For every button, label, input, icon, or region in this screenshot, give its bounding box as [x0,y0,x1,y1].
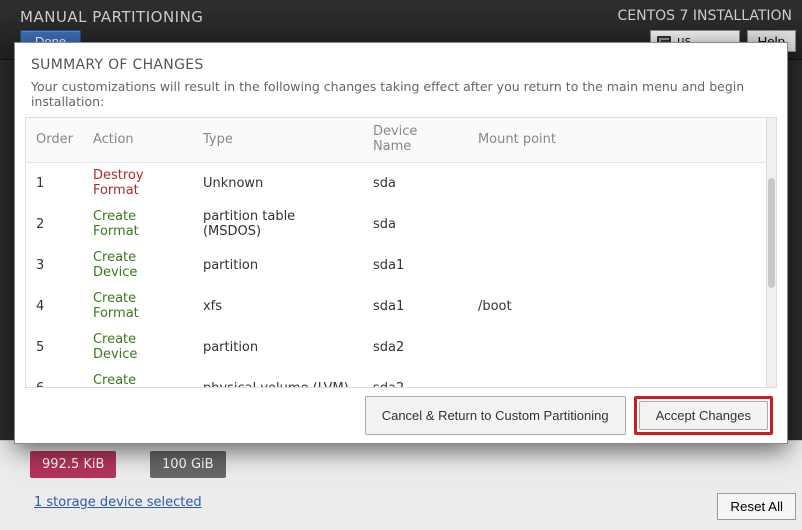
cell-mount [468,368,766,388]
changes-table-wrap: Order Action Type Device Name Mount poin… [25,117,777,388]
cell-device: sda [363,163,468,204]
dialog-button-row: Cancel & Return to Custom Partitioning A… [25,388,777,437]
cell-mount [468,163,766,204]
installer-title: CENTOS 7 INSTALLATION [618,8,792,24]
cell-action: Create Device [83,327,193,368]
vertical-scrollbar[interactable] [766,118,776,387]
storage-devices-link[interactable]: 1 storage device selected [34,495,202,510]
dialog-title: SUMMARY OF CHANGES [31,57,771,73]
col-type[interactable]: Type [193,118,363,163]
table-row[interactable]: 5Create Devicepartitionsda2 [26,327,766,368]
table-row[interactable]: 4Create Formatxfssda1/boot [26,286,766,327]
table-row[interactable]: 3Create Devicepartitionsda1 [26,245,766,286]
reset-all-button[interactable]: Reset All [717,493,796,520]
cancel-button[interactable]: Cancel & Return to Custom Partitioning [365,396,626,435]
accept-changes-button[interactable]: Accept Changes [639,401,768,430]
cell-order: 5 [26,327,83,368]
cell-action: Destroy Format [83,163,193,204]
cell-mount: /boot [468,286,766,327]
cell-action: Create Device [83,245,193,286]
cell-type: partition table (MSDOS) [193,204,363,245]
col-action[interactable]: Action [83,118,193,163]
page-title: MANUAL PARTITIONING [20,8,203,26]
changes-table: Order Action Type Device Name Mount poin… [26,118,766,387]
cell-order: 6 [26,368,83,388]
cell-action: Create Format [83,286,193,327]
cell-device: sda1 [363,245,468,286]
cell-type: partition [193,245,363,286]
cell-device: sda2 [363,327,468,368]
cell-type: Unknown [193,163,363,204]
cell-type: physical volume (LVM) [193,368,363,388]
cell-device: sda [363,204,468,245]
accept-highlight: Accept Changes [634,396,773,435]
cell-type: xfs [193,286,363,327]
cell-order: 3 [26,245,83,286]
cell-device: sda2 [363,368,468,388]
cell-device: sda1 [363,286,468,327]
cell-action: Create Format [83,204,193,245]
cell-order: 4 [26,286,83,327]
summary-of-changes-dialog: SUMMARY OF CHANGES Your customizations w… [14,42,788,444]
total-space-chip: 100 GiB [150,451,226,478]
cell-order: 1 [26,163,83,204]
storage-summary-bar: 992.5 KiB 100 GiB 1 storage device selec… [0,440,802,530]
dialog-description: Your customizations will result in the f… [31,79,771,109]
col-mount[interactable]: Mount point [468,118,766,163]
table-row[interactable]: 1Destroy FormatUnknownsda [26,163,766,204]
cell-mount [468,245,766,286]
cell-type: partition [193,327,363,368]
col-order[interactable]: Order [26,118,83,163]
table-header-row: Order Action Type Device Name Mount poin… [26,118,766,163]
cell-mount [468,327,766,368]
col-device[interactable]: Device Name [363,118,468,163]
available-space-chip: 992.5 KiB [30,451,116,478]
cell-action: Create Format [83,368,193,388]
table-row[interactable]: 2Create Formatpartition table (MSDOS)sda [26,204,766,245]
cell-mount [468,204,766,245]
table-row[interactable]: 6Create Formatphysical volume (LVM)sda2 [26,368,766,388]
cell-order: 2 [26,204,83,245]
